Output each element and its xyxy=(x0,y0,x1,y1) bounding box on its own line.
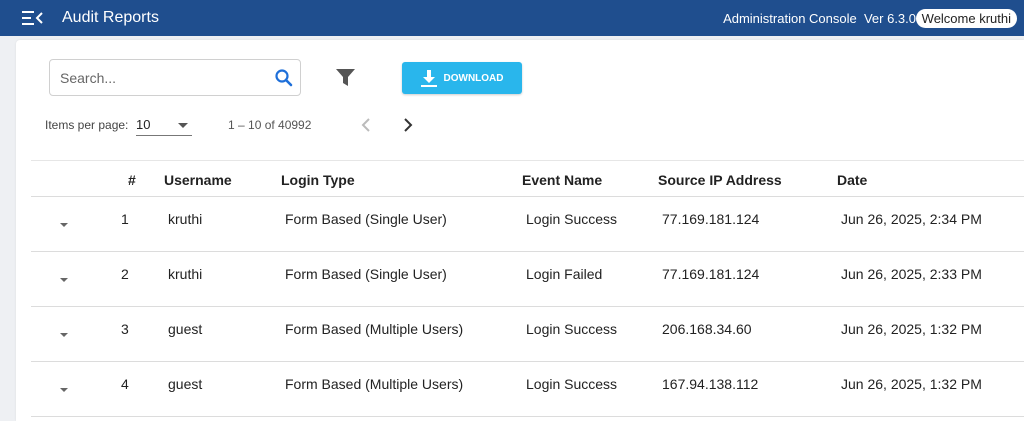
pagination-range: 1 – 10 of 40992 xyxy=(228,118,312,132)
caret-down-icon xyxy=(178,123,188,128)
row-source-ip: 167.94.138.112 xyxy=(662,376,759,392)
column-header-date[interactable]: Date xyxy=(837,172,867,188)
row-event-name: Login Success xyxy=(526,376,618,392)
search-box xyxy=(49,59,301,96)
row-source-ip: 77.169.181.124 xyxy=(662,266,760,282)
row-source-ip: 206.168.34.60 xyxy=(662,321,752,337)
table-row[interactable]: 1 kruthi Form Based (Single User) Login … xyxy=(31,197,1024,252)
page-title: Audit Reports xyxy=(62,9,159,26)
items-per-page-value: 10 xyxy=(136,117,151,132)
row-login-type: Form Based (Multiple Users) xyxy=(285,376,464,392)
chevron-left-icon[interactable] xyxy=(357,115,377,135)
row-index: 2 xyxy=(121,266,129,282)
column-header-username[interactable]: Username xyxy=(164,172,232,188)
menu-collapse-icon[interactable] xyxy=(22,10,44,26)
caret-down-icon[interactable] xyxy=(60,278,68,282)
column-header-source-ip[interactable]: Source IP Address xyxy=(658,172,782,188)
download-icon xyxy=(420,69,437,87)
row-username: guest xyxy=(168,321,203,337)
row-username: kruthi xyxy=(168,211,203,227)
column-header-index[interactable]: # xyxy=(128,172,136,188)
caret-down-icon[interactable] xyxy=(60,388,68,392)
row-event-name: Login Success xyxy=(526,211,618,227)
row-date: Jun 26, 2025, 2:33 PM xyxy=(841,266,982,282)
row-event-name: Login Success xyxy=(526,321,618,337)
audit-report-card: DOWNLOAD Items per page: 10 1 – 10 of 40… xyxy=(16,40,1024,421)
top-bar: Audit Reports Administration Console Ver… xyxy=(0,0,1024,36)
search-icon[interactable] xyxy=(274,68,294,88)
column-header-event-name[interactable]: Event Name xyxy=(522,172,602,188)
row-source-ip: 77.169.181.124 xyxy=(662,211,760,227)
caret-down-icon[interactable] xyxy=(60,223,68,227)
row-username: guest xyxy=(168,376,203,392)
caret-down-icon[interactable] xyxy=(60,333,68,337)
items-per-page-select[interactable]: 10 xyxy=(136,114,192,136)
table-header-row: # Username Login Type Event Name Source … xyxy=(31,160,1024,197)
table-row[interactable]: 3 guest Form Based (Multiple Users) Logi… xyxy=(31,307,1024,362)
row-date: Jun 26, 2025, 2:34 PM xyxy=(841,211,982,227)
row-date: Jun 26, 2025, 1:32 PM xyxy=(841,376,982,392)
welcome-badge[interactable]: Welcome kruthi xyxy=(915,9,1017,28)
row-date: Jun 26, 2025, 1:32 PM xyxy=(841,321,982,337)
row-login-type: Form Based (Multiple Users) xyxy=(285,321,464,337)
column-header-login-type[interactable]: Login Type xyxy=(281,172,355,188)
row-event-name: Login Failed xyxy=(526,266,603,282)
search-input[interactable] xyxy=(60,60,265,95)
filter-icon[interactable] xyxy=(336,69,355,87)
row-index: 4 xyxy=(121,376,129,392)
chevron-right-icon[interactable] xyxy=(397,115,417,135)
items-per-page-label: Items per page: xyxy=(45,118,129,132)
console-version: Administration Console Ver 6.3.0 xyxy=(723,11,916,26)
row-index: 1 xyxy=(121,211,129,227)
table-row[interactable]: 2 kruthi Form Based (Single User) Login … xyxy=(31,252,1024,307)
download-button[interactable]: DOWNLOAD xyxy=(402,62,522,94)
row-login-type: Form Based (Single User) xyxy=(285,211,447,227)
row-index: 3 xyxy=(121,321,129,337)
row-username: kruthi xyxy=(168,266,203,282)
row-login-type: Form Based (Single User) xyxy=(285,266,447,282)
audit-table: # Username Login Type Event Name Source … xyxy=(31,160,1024,417)
table-row[interactable]: 4 guest Form Based (Multiple Users) Logi… xyxy=(31,362,1024,417)
download-label: DOWNLOAD xyxy=(443,72,504,84)
